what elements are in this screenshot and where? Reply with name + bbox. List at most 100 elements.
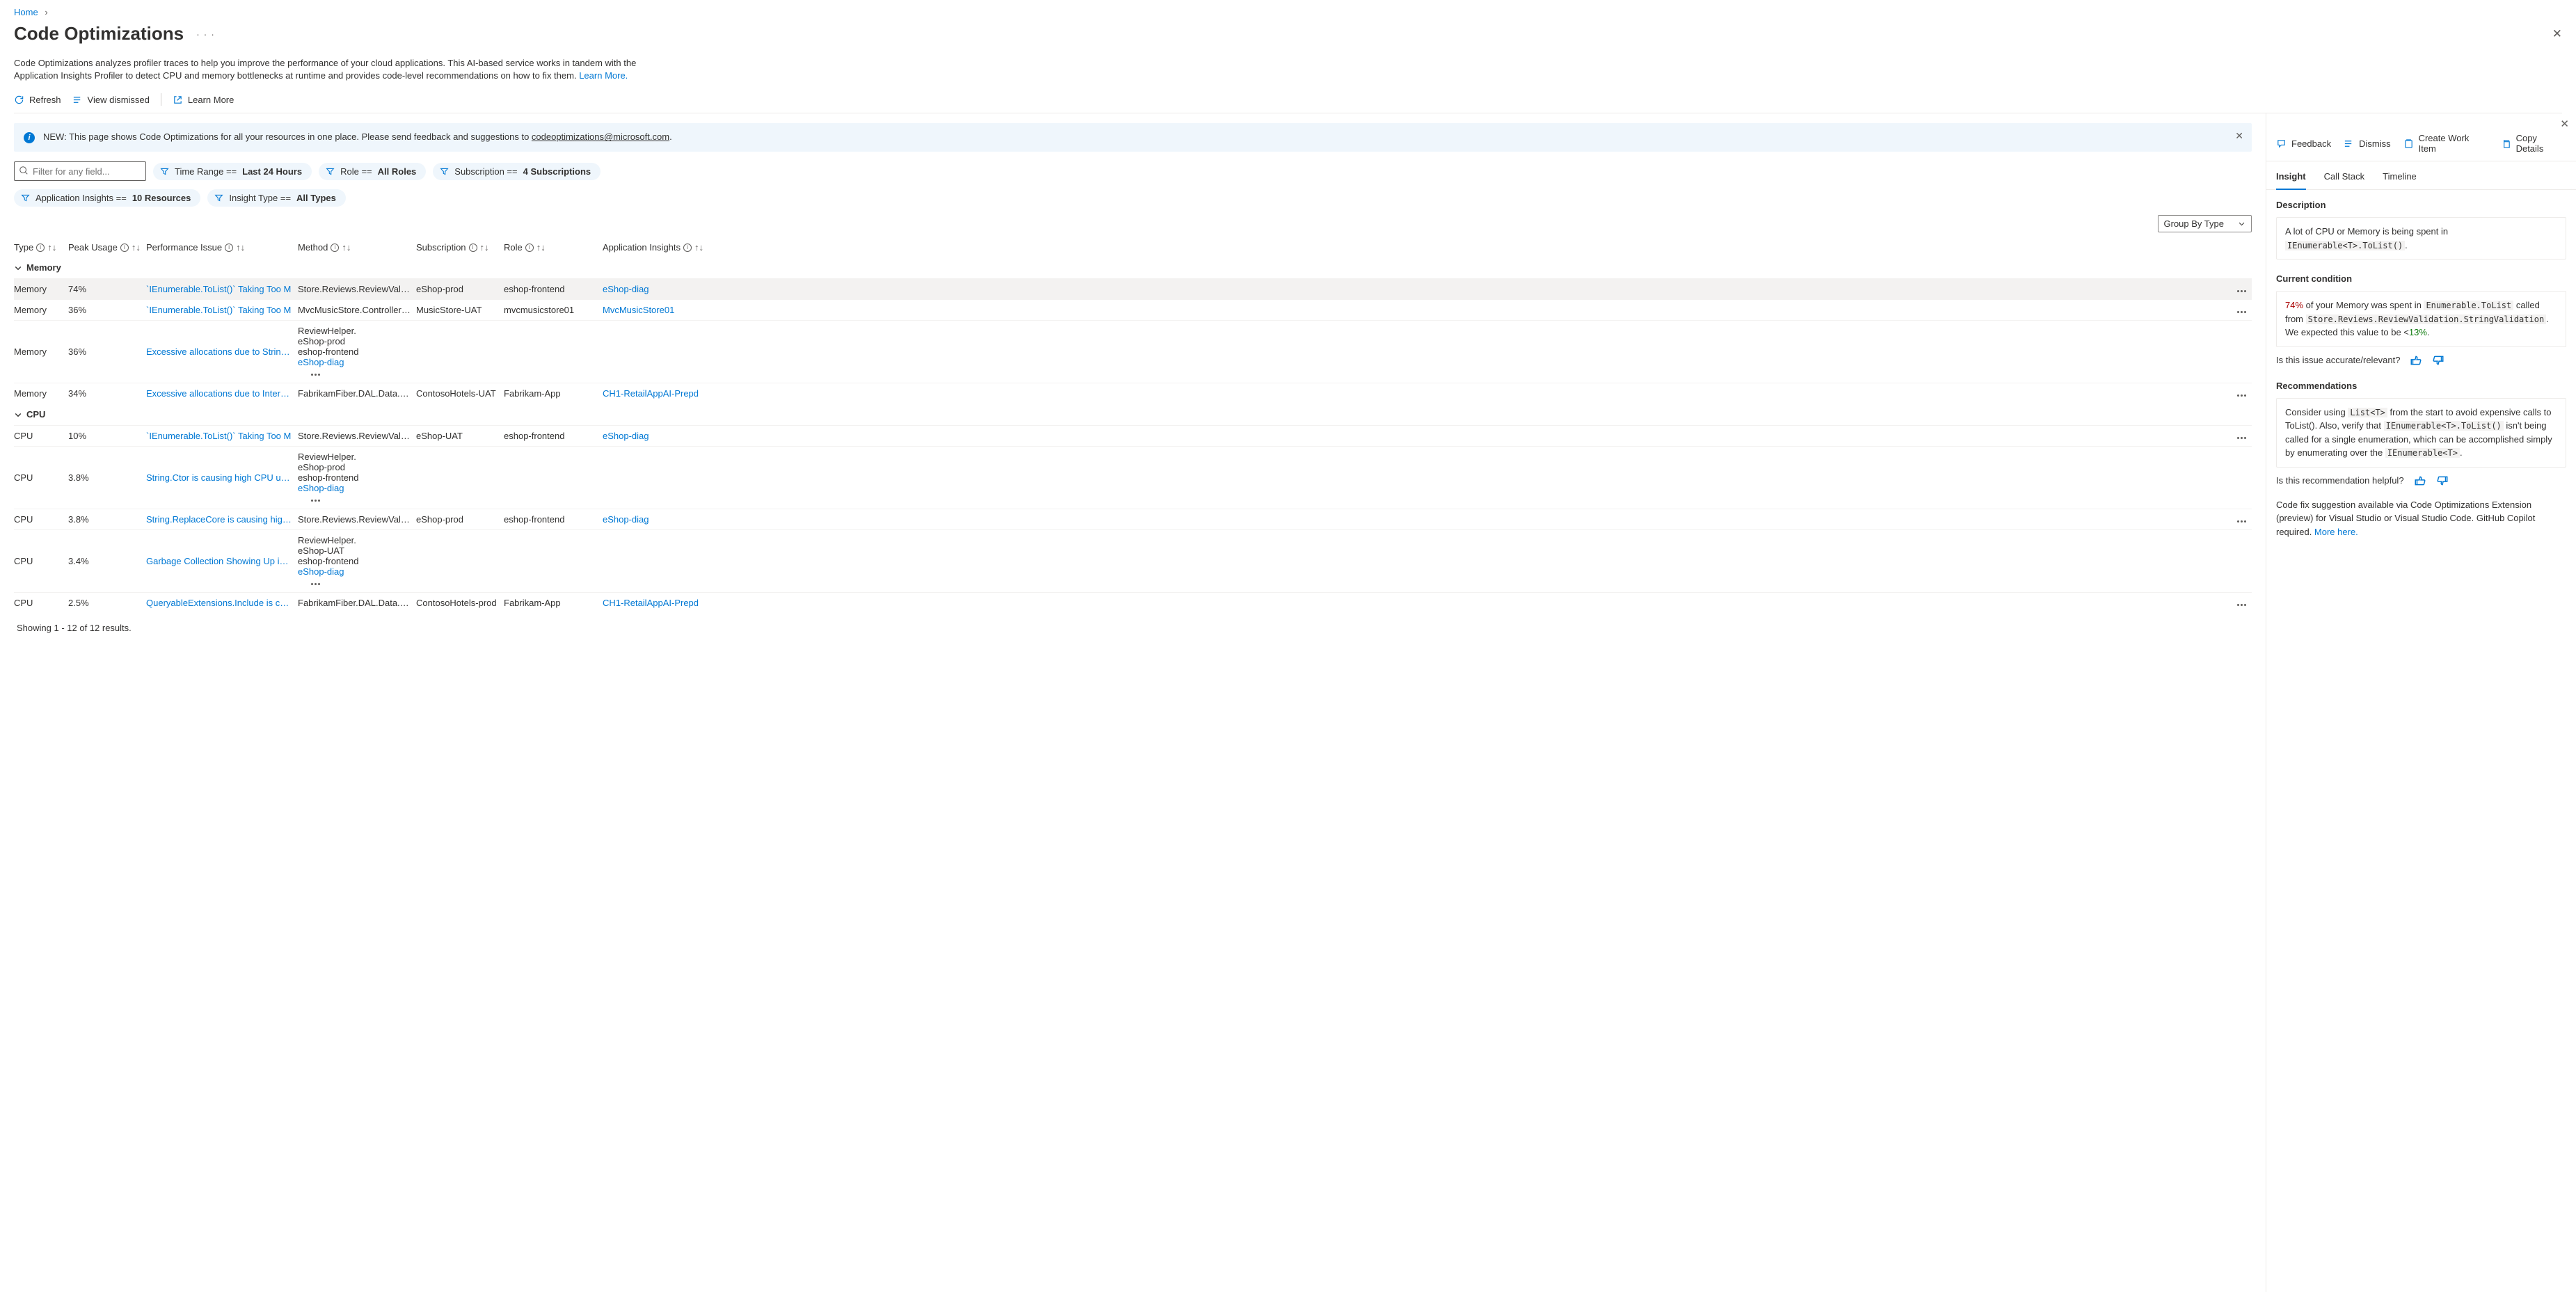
sort-icon[interactable]: ↑↓ <box>694 242 703 253</box>
cell-issue[interactable]: `IEnumerable.ToList()` Taking Too M <box>146 284 298 294</box>
more-here-link[interactable]: More here. <box>2314 527 2358 537</box>
cell-subscription: eShop-prod <box>298 336 385 346</box>
cell-appinsights[interactable]: eShop-diag <box>298 483 411 493</box>
cell-appinsights[interactable]: CH1-RetailAppAI-Prepd <box>603 598 2224 608</box>
table-row[interactable]: CPU3.4%Garbage Collection Showing Up in … <box>14 529 2252 592</box>
view-dismissed-button[interactable]: View dismissed <box>72 95 150 105</box>
cell-appinsights[interactable]: eShop-diag <box>603 431 2224 441</box>
sort-icon[interactable]: ↑↓ <box>342 242 351 253</box>
cell-role: Fabrikam-App <box>504 598 603 608</box>
group-by-dropdown[interactable]: Group By Type <box>2158 215 2252 232</box>
time-range-filter[interactable]: Time Range == Last 24 Hours <box>153 163 312 180</box>
info-icon[interactable]: i <box>525 244 534 252</box>
table-row[interactable]: CPU3.8%String.ReplaceCore is causing hig… <box>14 509 2252 529</box>
cell-peak: 3.8% <box>68 472 146 483</box>
sort-icon[interactable]: ↑↓ <box>132 242 141 253</box>
info-icon[interactable]: i <box>36 244 45 252</box>
cell-type: CPU <box>14 514 68 525</box>
col-issue[interactable]: Performance Issue <box>146 242 222 253</box>
table-row[interactable]: Memory74%`IEnumerable.ToList()` Taking T… <box>14 278 2252 299</box>
close-icon[interactable]: ✕ <box>2552 27 2562 41</box>
info-icon[interactable]: i <box>120 244 129 252</box>
sort-icon[interactable]: ↑↓ <box>536 242 546 253</box>
cell-issue[interactable]: Garbage Collection Showing Up in CPU <box>146 556 298 566</box>
row-more-button[interactable] <box>2224 431 2252 441</box>
cell-issue[interactable]: `IEnumerable.ToList()` Taking Too M <box>146 305 298 315</box>
banner-close-icon[interactable]: ✕ <box>2235 130 2243 142</box>
row-more-button[interactable] <box>298 577 326 587</box>
table-row[interactable]: CPU3.8%String.Ctor is causing high CPU u… <box>14 446 2252 509</box>
row-more-button[interactable] <box>2224 305 2252 315</box>
learn-more-link[interactable]: Learn More. <box>579 70 628 81</box>
cell-appinsights[interactable]: eShop-diag <box>298 357 411 367</box>
thumbs-up-icon[interactable] <box>2410 354 2422 367</box>
cell-appinsights[interactable]: eShop-diag <box>603 284 2224 294</box>
feedback-email-link[interactable]: codeoptimizations@microsoft.com <box>532 131 669 142</box>
thumbs-down-icon[interactable] <box>2436 474 2449 487</box>
col-role[interactable]: Role <box>504 242 523 253</box>
table-row[interactable]: Memory36%Excessive allocations due to St… <box>14 320 2252 383</box>
search-icon <box>19 166 29 175</box>
tab-insight[interactable]: Insight <box>2276 171 2306 190</box>
copy-details-button[interactable]: Copy Details <box>2501 133 2566 154</box>
tab-timeline[interactable]: Timeline <box>2383 171 2417 189</box>
create-work-item-button[interactable]: Create Work Item <box>2403 133 2488 154</box>
cell-appinsights[interactable]: eShop-diag <box>603 514 2224 525</box>
row-more-button[interactable] <box>298 493 326 504</box>
table-row[interactable]: CPU10%`IEnumerable.ToList()` Taking Too … <box>14 425 2252 446</box>
app-insights-filter[interactable]: Application Insights == 10 Resources <box>14 189 200 207</box>
thumbs-up-icon[interactable] <box>2414 474 2426 487</box>
role-filter[interactable]: Role == All Roles <box>319 163 426 180</box>
cell-appinsights[interactable]: CH1-RetailAppAI-Prepd <box>603 388 2224 399</box>
row-more-button[interactable] <box>2224 598 2252 608</box>
info-icon[interactable]: i <box>469 244 477 252</box>
row-more-button[interactable] <box>298 367 326 378</box>
row-more-button[interactable] <box>2224 388 2252 399</box>
col-peak[interactable]: Peak Usage <box>68 242 118 253</box>
cell-subscription: MusicStore-UAT <box>416 305 504 315</box>
cell-role: eshop-frontend <box>298 472 397 483</box>
info-icon: i <box>24 132 35 143</box>
info-icon[interactable]: i <box>225 244 233 252</box>
panel-close-icon[interactable]: ✕ <box>2560 118 2569 130</box>
cell-appinsights[interactable]: MvcMusicStore01 <box>603 305 2224 315</box>
table-row[interactable]: Memory36%`IEnumerable.ToList()` Taking T… <box>14 299 2252 320</box>
tab-callstack[interactable]: Call Stack <box>2324 171 2365 189</box>
breadcrumb-home[interactable]: Home <box>14 7 38 17</box>
subscription-filter[interactable]: Subscription == 4 Subscriptions <box>433 163 601 180</box>
cell-issue[interactable]: QueryableExtensions.Include is causing <box>146 598 298 608</box>
dismiss-button[interactable]: Dismiss <box>2344 133 2391 154</box>
banner-text: NEW: This page shows Code Optimizations … <box>43 131 672 142</box>
refresh-label: Refresh <box>29 95 61 105</box>
col-type[interactable]: Type <box>14 242 33 253</box>
table-row[interactable]: CPU2.5%QueryableExtensions.Include is ca… <box>14 592 2252 613</box>
dismiss-icon <box>2344 138 2354 149</box>
group-header-cpu[interactable]: CPU <box>14 404 2252 425</box>
col-subscription[interactable]: Subscription <box>416 242 466 253</box>
row-more-button[interactable] <box>2224 284 2252 294</box>
filter-input[interactable] <box>14 161 146 181</box>
more-actions-button[interactable]: · · · <box>196 29 215 40</box>
cell-issue[interactable]: Excessive allocations due to InternalSet <box>146 388 298 399</box>
cell-issue[interactable]: String.ReplaceCore is causing high CPU <box>146 514 298 525</box>
col-method[interactable]: Method <box>298 242 328 253</box>
cell-appinsights[interactable]: eShop-diag <box>298 566 411 577</box>
table-row[interactable]: Memory34%Excessive allocations due to In… <box>14 383 2252 404</box>
cell-issue[interactable]: String.Ctor is causing high CPU usage <box>146 472 298 483</box>
sort-icon[interactable]: ↑↓ <box>480 242 489 253</box>
insight-type-filter[interactable]: Insight Type == All Types <box>207 189 346 207</box>
funnel-icon <box>440 167 449 176</box>
col-appinsights[interactable]: Application Insights <box>603 242 681 253</box>
refresh-button[interactable]: Refresh <box>14 95 61 105</box>
info-icon[interactable]: i <box>331 244 339 252</box>
cell-issue[interactable]: Excessive allocations due to String.Ctor <box>146 346 298 357</box>
cell-issue[interactable]: `IEnumerable.ToList()` Taking Too M <box>146 431 298 441</box>
thumbs-down-icon[interactable] <box>2432 354 2444 367</box>
row-more-button[interactable] <box>2224 514 2252 525</box>
learn-more-button[interactable]: Learn More <box>173 95 234 105</box>
feedback-button[interactable]: Feedback <box>2276 133 2331 154</box>
sort-icon[interactable]: ↑↓ <box>47 242 56 253</box>
info-icon[interactable]: i <box>683 244 692 252</box>
sort-icon[interactable]: ↑↓ <box>236 242 245 253</box>
group-header-memory[interactable]: Memory <box>14 257 2252 278</box>
